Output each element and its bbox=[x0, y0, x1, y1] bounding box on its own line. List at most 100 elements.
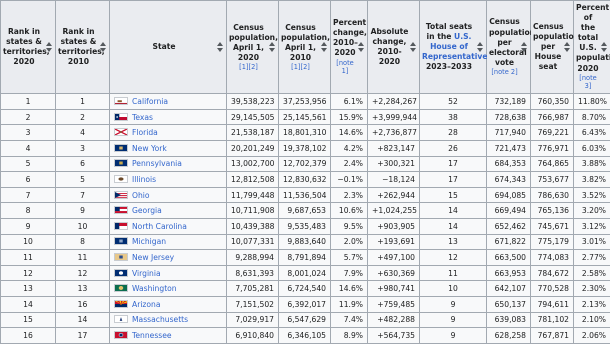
state-link[interactable]: Massachusetts bbox=[132, 315, 188, 324]
sort-arrows-icon[interactable] bbox=[358, 42, 364, 52]
percent-change-cell: −0.1% bbox=[331, 172, 368, 188]
state-link[interactable]: Pennsylvania bbox=[132, 159, 182, 168]
virginia-flag-icon bbox=[114, 269, 128, 277]
column-header-percent-change[interactable]: Percent change, 2010–2020[note 1] bbox=[331, 1, 368, 94]
pennsylvania-flag-icon bbox=[114, 159, 128, 167]
state-cell: North Carolina bbox=[110, 218, 227, 234]
rank-2010-cell: 16 bbox=[56, 296, 110, 312]
sort-arrows-icon[interactable] bbox=[521, 42, 527, 52]
per-electoral-vote-cell: 684,353 bbox=[487, 156, 531, 172]
column-header-state[interactable]: State bbox=[110, 1, 227, 94]
table-row: 108Michigan10,077,3319,883,6402.0%+193,6… bbox=[1, 234, 610, 250]
per-electoral-vote-cell: 674,343 bbox=[487, 172, 531, 188]
per-house-seat-cell: 786,630 bbox=[531, 187, 574, 203]
sort-arrows-icon[interactable] bbox=[269, 42, 275, 52]
house-seats-cell: 17 bbox=[420, 156, 487, 172]
column-header-percent-of-total[interactable]: Percent of the total U.S. population, 20… bbox=[574, 1, 610, 94]
house-seats-cell: 10 bbox=[420, 281, 487, 297]
pop-2020-cell: 10,077,331 bbox=[227, 234, 279, 250]
house-seats-cell: 17 bbox=[420, 172, 487, 188]
table-row: 1617Tennessee6,910,8406,346,1058.9%+564,… bbox=[1, 328, 610, 344]
percent-change-cell: 2.0% bbox=[331, 234, 368, 250]
state-cell: Michigan bbox=[110, 234, 227, 250]
per-house-seat-cell: 765,136 bbox=[531, 203, 574, 219]
percent-of-total-cell: 3.88% bbox=[574, 156, 610, 172]
sort-arrows-icon[interactable] bbox=[410, 42, 416, 52]
state-link[interactable]: Virginia bbox=[132, 269, 161, 278]
pop-2010-cell: 9,883,640 bbox=[279, 234, 331, 250]
sort-arrows-icon[interactable] bbox=[46, 42, 52, 52]
pop-2010-cell: 6,346,105 bbox=[279, 328, 331, 344]
column-header-rank-2010[interactable]: Rank in states & territories, 2010 bbox=[56, 1, 110, 94]
pop-2010-cell: 12,702,379 bbox=[279, 156, 331, 172]
state-cell: Illinois bbox=[110, 172, 227, 188]
sort-arrows-icon[interactable] bbox=[564, 42, 570, 52]
house-seats-cell: 12 bbox=[420, 250, 487, 266]
per-electoral-vote-cell: 671,822 bbox=[487, 234, 531, 250]
column-header-per-house-seat[interactable]: Census population per House seat bbox=[531, 1, 574, 94]
percent-of-total-cell: 8.70% bbox=[574, 109, 610, 125]
rank-2010-cell: 1 bbox=[56, 94, 110, 110]
percent-change-cell: 11.9% bbox=[331, 296, 368, 312]
reference-link[interactable]: [note 1] bbox=[333, 59, 357, 77]
percent-of-total-cell: 2.06% bbox=[574, 328, 610, 344]
tennessee-flag-icon bbox=[114, 331, 128, 339]
state-link[interactable]: Washington bbox=[132, 284, 177, 293]
state-link[interactable]: Michigan bbox=[132, 237, 166, 246]
column-header-pop-2010[interactable]: Census population, April 1, 2010[1][2] bbox=[279, 1, 331, 94]
table-header-row: Rank in states & territories, 2020 Rank … bbox=[1, 1, 610, 94]
rank-2020-cell: 12 bbox=[1, 265, 56, 281]
column-header-absolute-change[interactable]: Absolute change, 2010-2020 bbox=[368, 1, 420, 94]
table-row: 1111New Jersey9,288,9948,791,8945.7%+497… bbox=[1, 250, 610, 266]
sort-arrows-icon[interactable] bbox=[100, 42, 106, 52]
rank-2010-cell: 9 bbox=[56, 203, 110, 219]
table-row: 1514Massachusetts7,029,9176,547,6297.4%+… bbox=[1, 312, 610, 328]
reference-link[interactable]: [note 2] bbox=[489, 68, 520, 77]
rank-2010-cell: 6 bbox=[56, 156, 110, 172]
column-header-rank-2020[interactable]: Rank in states & territories, 2020 bbox=[1, 1, 56, 94]
state-cell: Virginia bbox=[110, 265, 227, 281]
state-link[interactable]: Tennessee bbox=[132, 331, 172, 340]
state-link[interactable]: Illinois bbox=[132, 175, 156, 184]
state-link[interactable]: California bbox=[132, 97, 168, 106]
state-link[interactable]: Florida bbox=[132, 128, 158, 137]
state-cell: Arizona bbox=[110, 296, 227, 312]
sort-arrows-icon[interactable] bbox=[217, 42, 223, 52]
state-link[interactable]: New York bbox=[132, 144, 167, 153]
column-header-pop-2020[interactable]: Census population, April 1, 2020[1][2] bbox=[227, 1, 279, 94]
state-link[interactable]: North Carolina bbox=[132, 222, 187, 231]
sort-arrows-icon[interactable] bbox=[477, 42, 483, 52]
absolute-change-cell: +759,485 bbox=[368, 296, 420, 312]
state-cell: Tennessee bbox=[110, 328, 227, 344]
state-link[interactable]: Arizona bbox=[132, 300, 161, 309]
rank-2020-cell: 7 bbox=[1, 187, 56, 203]
absolute-change-cell: +823,147 bbox=[368, 140, 420, 156]
per-electoral-vote-cell: 663,500 bbox=[487, 250, 531, 266]
column-header-house-seats[interactable]: Total seats in the U.S. House of Represe… bbox=[420, 1, 487, 94]
michigan-flag-icon bbox=[114, 237, 128, 245]
reference-link[interactable]: [1][2] bbox=[229, 63, 268, 72]
percent-of-total-cell: 3.20% bbox=[574, 203, 610, 219]
reference-link[interactable]: [1][2] bbox=[281, 63, 320, 72]
table-row: 89Georgia10,711,9089,687,65310.6%+1,024,… bbox=[1, 203, 610, 219]
rank-2020-cell: 14 bbox=[1, 296, 56, 312]
pop-2010-cell: 19,378,102 bbox=[279, 140, 331, 156]
absolute-change-cell: +262,944 bbox=[368, 187, 420, 203]
table-row: 910North Carolina10,439,3889,535,4839.5%… bbox=[1, 218, 610, 234]
state-link[interactable]: Texas bbox=[132, 113, 153, 122]
reference-link[interactable]: [note 3] bbox=[576, 74, 600, 92]
table-row: 1416Arizona7,151,5026,392,01711.9%+759,4… bbox=[1, 296, 610, 312]
north-carolina-flag-icon bbox=[114, 222, 128, 230]
sort-arrows-icon[interactable] bbox=[321, 42, 327, 52]
pop-2010-cell: 6,547,629 bbox=[279, 312, 331, 328]
state-link[interactable]: Georgia bbox=[132, 206, 162, 215]
column-header-per-electoral-vote[interactable]: Census population per electoral vote[not… bbox=[487, 1, 531, 94]
sort-arrows-icon[interactable] bbox=[601, 42, 607, 52]
per-electoral-vote-cell: 642,107 bbox=[487, 281, 531, 297]
state-link[interactable]: Ohio bbox=[132, 191, 150, 200]
rank-2010-cell: 13 bbox=[56, 281, 110, 297]
per-electoral-vote-cell: 639,083 bbox=[487, 312, 531, 328]
percent-change-cell: 7.4% bbox=[331, 312, 368, 328]
state-link[interactable]: New Jersey bbox=[132, 253, 174, 262]
table-row: 22Texas29,145,50525,145,56115.9%+3,999,9… bbox=[1, 109, 610, 125]
